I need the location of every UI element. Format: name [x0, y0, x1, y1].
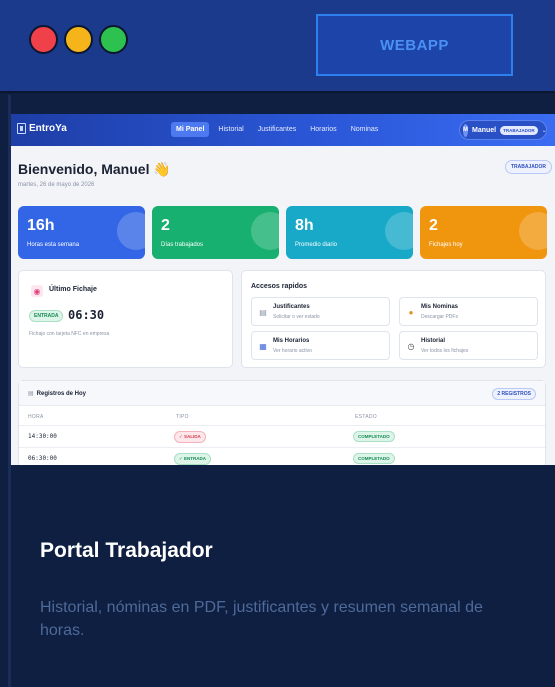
stat-card-average: 8h Promedio diario: [286, 206, 413, 259]
column-header-tipo: TIPO: [176, 414, 189, 420]
quick-access-title: Mis Nominas: [421, 304, 459, 310]
stat-value: 16h: [27, 217, 55, 234]
list-icon: ▤: [28, 391, 34, 397]
row-status-badge: COMPLETADO: [353, 453, 395, 464]
nav-links: Mi Panel Historial Justificantes Horario…: [171, 122, 383, 137]
chevron-down-icon: ⌄: [541, 127, 547, 134]
stat-card-hours: 16h Horas esta semana: [18, 206, 145, 259]
quick-access-sub: Solicitar o ver estado: [273, 314, 320, 320]
avatar: M: [463, 123, 468, 137]
building-icon: [17, 123, 26, 134]
row-status-badge: COMPLETADO: [353, 431, 395, 442]
wave-icon: 👋: [153, 161, 171, 177]
document-icon: ▤: [259, 307, 267, 317]
stat-label: Días trabajados: [161, 242, 204, 248]
nav-nominas[interactable]: Nominas: [346, 122, 384, 137]
user-menu[interactable]: M Manuel TRABAJADOR ⌄: [459, 120, 547, 140]
clockin-time: 06:30: [68, 308, 105, 322]
row-type-badge: ✓ ENTRADA: [174, 453, 212, 465]
stat-label: Promedio diario: [295, 242, 338, 248]
app-screenshot: EntroYa Mi Panel Historial Justificantes…: [11, 114, 555, 465]
calendar-icon: ▦: [259, 341, 267, 351]
feature-card: WEBAPP EntroYa Mi Panel Historial Justif…: [0, 0, 555, 687]
webapp-badge: WEBAPP: [316, 14, 513, 76]
clockin-type-badge: ENTRADA: [29, 310, 64, 322]
stat-label: Fichajes hoy: [429, 242, 463, 248]
card-header: WEBAPP: [0, 0, 555, 93]
decor-circle: [519, 212, 547, 250]
brand-logo[interactable]: EntroYa: [17, 123, 67, 134]
today-records-panel: ▤ Registros de Hoy 2 REGISTROS HORA TIPO…: [18, 380, 546, 465]
badge-icon: ◉: [31, 285, 43, 297]
feature-description: Historial, nóminas en PDF, justificantes…: [40, 599, 483, 639]
row-type-badge: ✓ SALIDA: [174, 431, 206, 443]
welcome-text: Bienvenido, Manuel: [18, 161, 150, 177]
last-clockin-panel: ◉ Último Fichaje ENTRADA 06:30 Fichaje c…: [18, 270, 233, 368]
page-title: Bienvenido, Manuel 👋: [18, 161, 171, 178]
quick-access-title: Justificantes: [273, 304, 310, 310]
status-badge: TRABAJADOR: [505, 160, 552, 174]
window-controls: [29, 25, 128, 54]
column-header-hora: HORA: [28, 414, 44, 420]
stat-label: Horas esta semana: [27, 242, 80, 248]
stat-value: 2: [161, 217, 170, 234]
nav-justificantes[interactable]: Justificantes: [253, 122, 302, 137]
money-bag-icon: ●: [408, 307, 414, 317]
stat-value: 8h: [295, 217, 314, 234]
quick-access-historial[interactable]: ◷ Historial Ver todos los fichajes: [399, 331, 538, 360]
row-time: 14:30:00: [28, 433, 57, 440]
quick-access-nominas[interactable]: ● Mis Nominas Descargar PDFs: [399, 297, 538, 326]
decor-circle: [117, 212, 145, 250]
quick-access-panel: Accesos rapidos ▤ Justificantes Solicita…: [241, 270, 546, 368]
decor-circle: [251, 212, 279, 250]
decor-circle: [385, 212, 413, 250]
user-role-badge: TRABAJADOR: [500, 125, 538, 135]
maximize-dot-icon[interactable]: [99, 25, 128, 54]
panel-title: Último Fichaje: [49, 286, 97, 293]
quick-access-justificantes[interactable]: ▤ Justificantes Solicitar o ver estado: [251, 297, 390, 326]
quick-access-sub: Ver horario activo: [273, 348, 312, 354]
quick-access-sub: Descargar PDFs: [421, 314, 458, 320]
records-count-badge: 2 REGISTROS: [492, 388, 536, 400]
quick-access-horarios[interactable]: ▦ Mis Horarios Ver horario activo: [251, 331, 390, 360]
current-date: martes, 26 de mayo de 2026: [18, 182, 95, 188]
quick-access-title: Historial: [421, 338, 446, 344]
brand-name: EntroYa: [29, 123, 67, 134]
panel-title: ▤ Registros de Hoy: [28, 390, 87, 398]
panel-title-text: Registros de Hoy: [36, 390, 87, 397]
stat-card-days: 2 Días trabajados: [152, 206, 279, 259]
close-dot-icon[interactable]: [29, 25, 58, 54]
quick-access-sub: Ver todos los fichajes: [421, 348, 469, 354]
app-navbar: EntroYa Mi Panel Historial Justificantes…: [11, 114, 555, 146]
nav-mi-panel[interactable]: Mi Panel: [171, 122, 210, 137]
panel-title: Accesos rapidos: [251, 283, 308, 290]
row-time: 06:30:00: [28, 455, 57, 462]
quick-access-title: Mis Horarios: [273, 338, 310, 344]
feature-title: Portal Trabajador: [40, 539, 213, 562]
column-header-estado: ESTADO: [355, 414, 377, 420]
minimize-dot-icon[interactable]: [64, 25, 93, 54]
panel-header: ▤ Registros de Hoy 2 REGISTROS: [19, 381, 545, 406]
stat-value: 2: [429, 217, 438, 234]
table-row[interactable]: 06:30:00 ✓ ENTRADA COMPLETADO: [19, 447, 545, 465]
stat-card-clockins: 2 Fichajes hoy: [420, 206, 547, 259]
table-row[interactable]: 14:30:00 ✓ SALIDA COMPLETADO: [19, 425, 545, 447]
nav-historial[interactable]: Historial: [213, 122, 248, 137]
clockin-note: Fichaje con tarjeta NFC en empresa: [29, 331, 110, 337]
nav-horarios[interactable]: Horarios: [305, 122, 341, 137]
clock-icon: ◷: [407, 341, 415, 351]
user-name: Manuel: [472, 126, 497, 134]
